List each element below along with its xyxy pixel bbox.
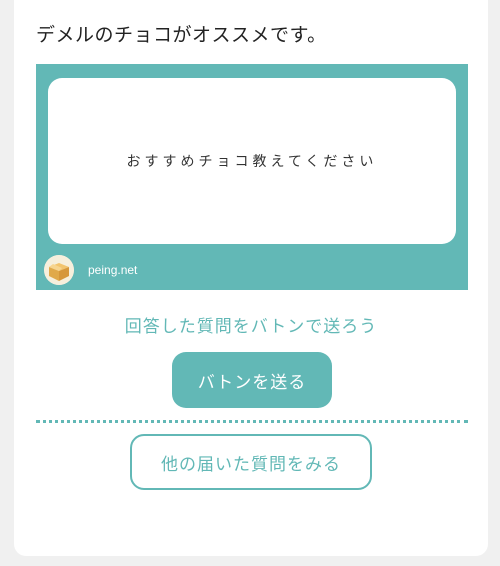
question-text: おすすめチョコ教えてください	[126, 154, 378, 170]
question-card: おすすめチョコ教えてください	[48, 78, 456, 244]
answer-text: デメルのチョコがオススメです。	[36, 24, 327, 46]
source-label: peing.net	[88, 263, 138, 277]
cardboard-box-icon	[44, 255, 74, 285]
send-baton-button[interactable]: バトンを送る	[172, 352, 332, 408]
view-more-questions-button[interactable]: 他の届いた質問をみる	[130, 434, 372, 490]
answer-card: デメルのチョコがオススメです。 おすすめチョコ教えてください peing.net…	[14, 0, 488, 556]
source-row: peing.net	[44, 254, 137, 286]
divider	[36, 420, 468, 423]
question-image[interactable]: おすすめチョコ教えてください peing.net	[36, 64, 468, 290]
baton-hint: 回答した質問をバトンで送ろう	[124, 317, 378, 337]
